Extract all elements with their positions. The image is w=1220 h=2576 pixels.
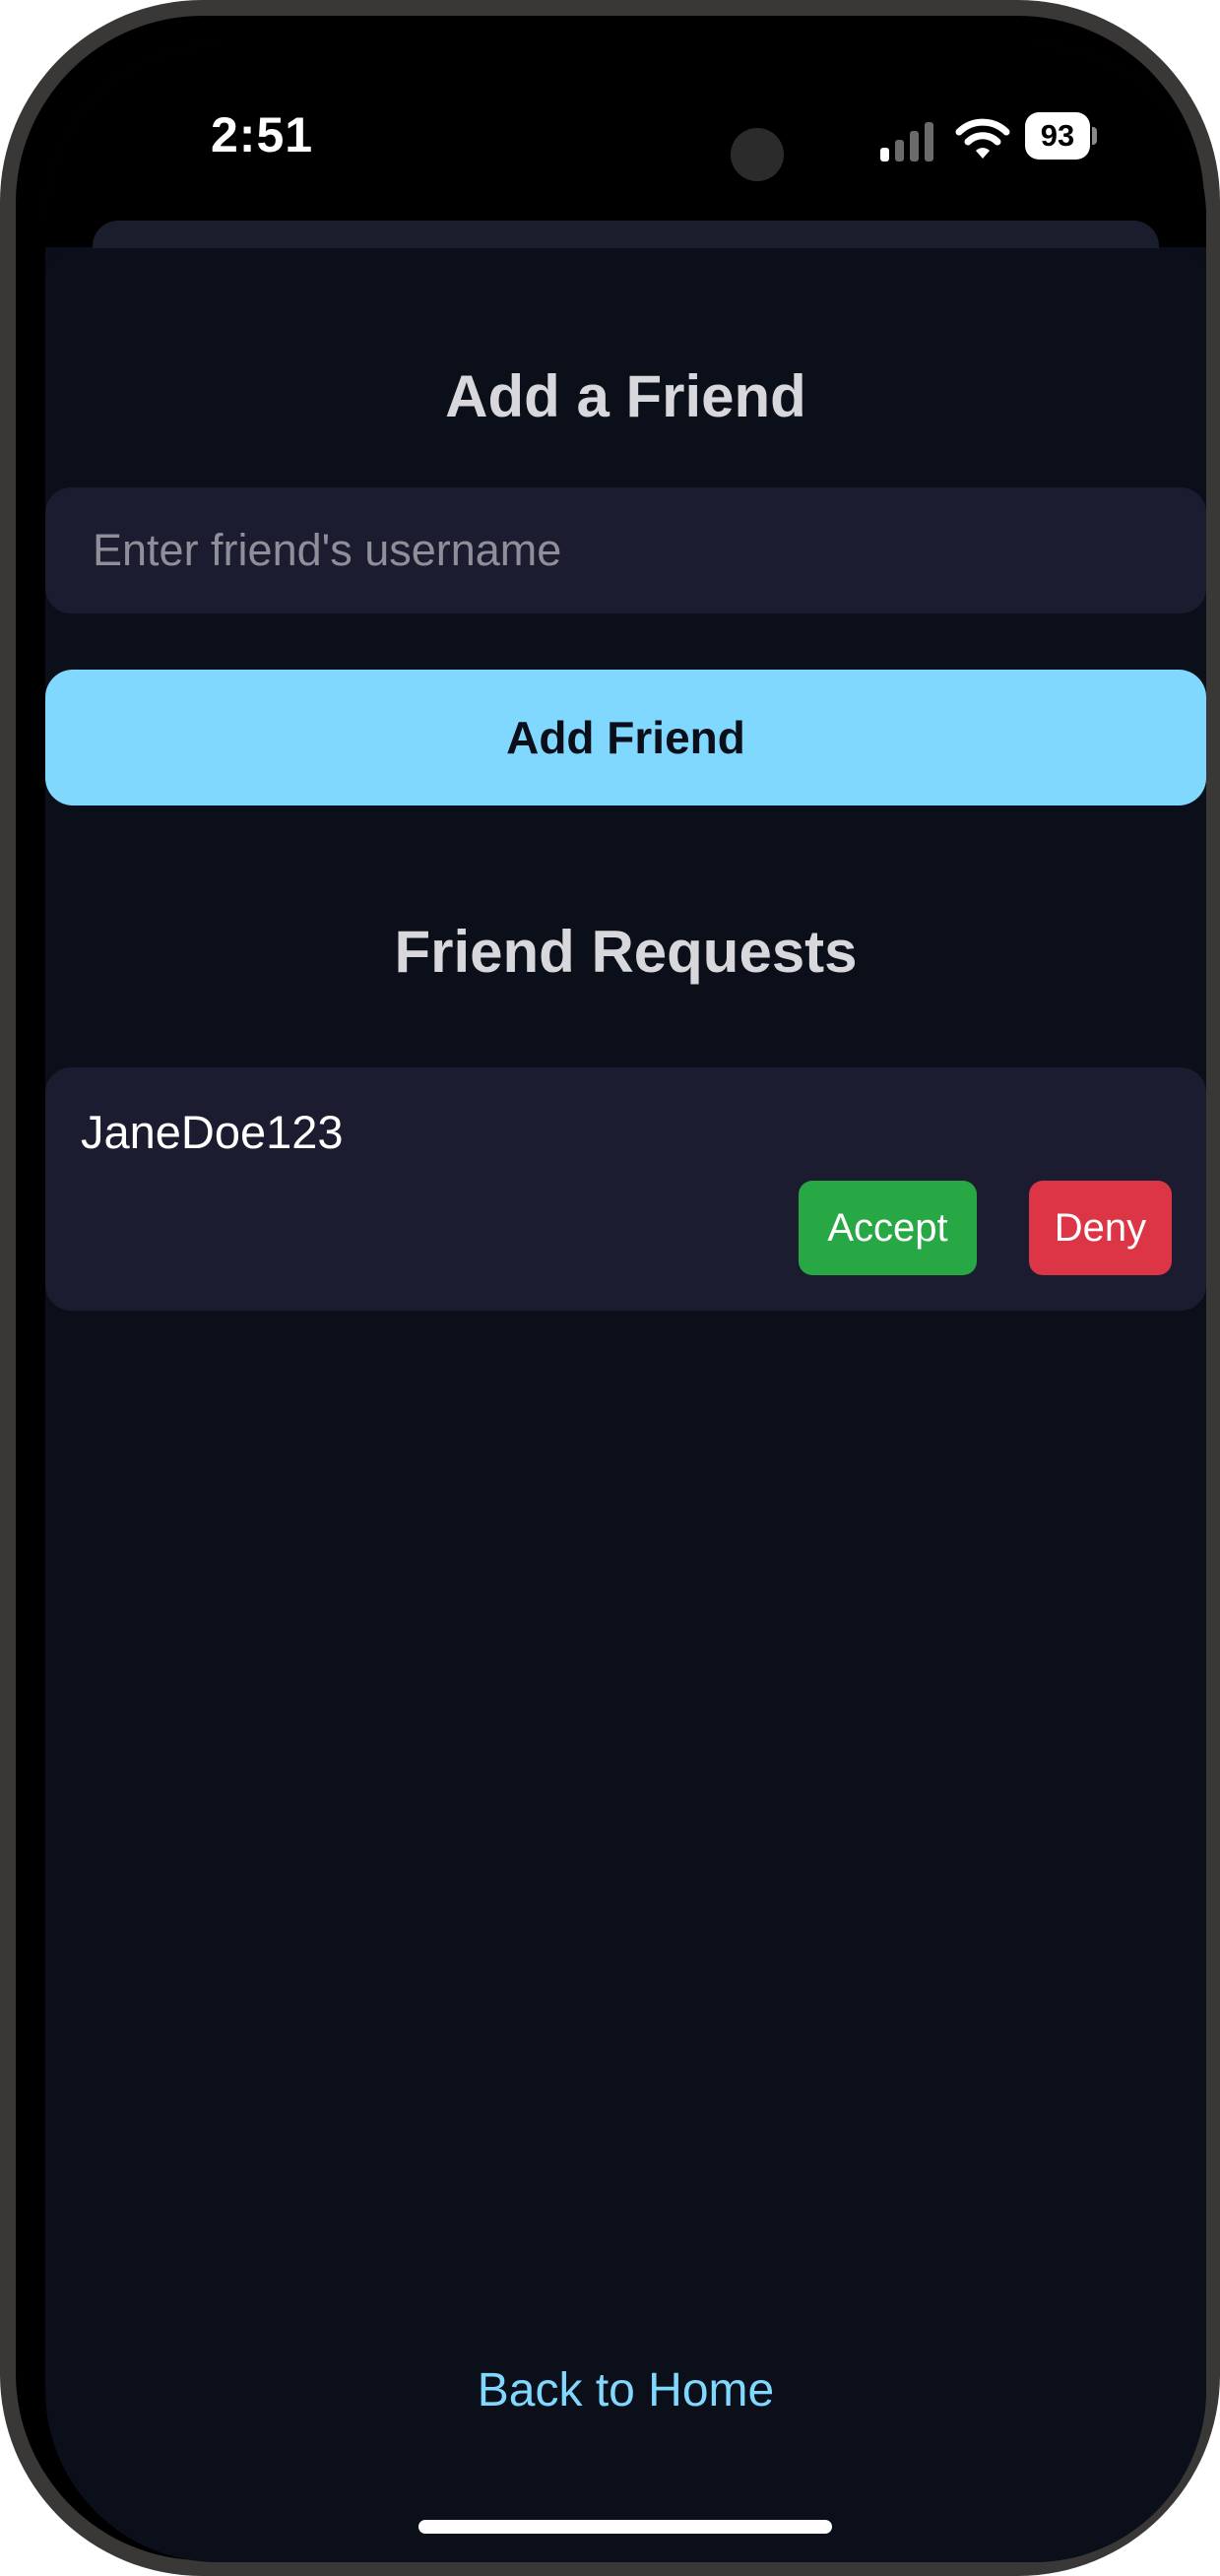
accept-button[interactable]: Accept: [799, 1181, 977, 1275]
add-friend-button[interactable]: Add Friend: [45, 670, 1206, 805]
back-to-home-link[interactable]: Back to Home: [45, 2363, 1206, 2417]
screen: 2:51 93 Add a Friend Enter friend's user…: [45, 45, 1206, 2562]
battery-icon: 93: [1025, 112, 1097, 161]
request-username: JaneDoe123: [81, 1106, 344, 1158]
front-camera: [731, 128, 784, 181]
status-bar: 2:51 93: [45, 45, 1206, 247]
deny-button[interactable]: Deny: [1029, 1181, 1172, 1275]
status-time: 2:51: [211, 107, 314, 162]
battery-cap: [1092, 127, 1097, 145]
wifi-icon: [955, 118, 1010, 159]
add-friend-title: Add a Friend: [445, 363, 806, 429]
friend-request-card: JaneDoe123 Accept Deny: [45, 1067, 1206, 1311]
cellular-signal-icon: [880, 122, 933, 161]
battery-level: 93: [1025, 112, 1090, 160]
phone-bezel: 2:51 93 Add a Friend Enter friend's user…: [16, 16, 1206, 2562]
friend-requests-title: Friend Requests: [394, 919, 858, 985]
phone-frame: 2:51 93 Add a Friend Enter friend's user…: [0, 0, 1220, 2576]
home-indicator[interactable]: [418, 2520, 832, 2534]
add-friend-sheet: Add a Friend Add Friend Friend Requests …: [45, 248, 1206, 2562]
friend-username-input[interactable]: [45, 487, 1206, 613]
